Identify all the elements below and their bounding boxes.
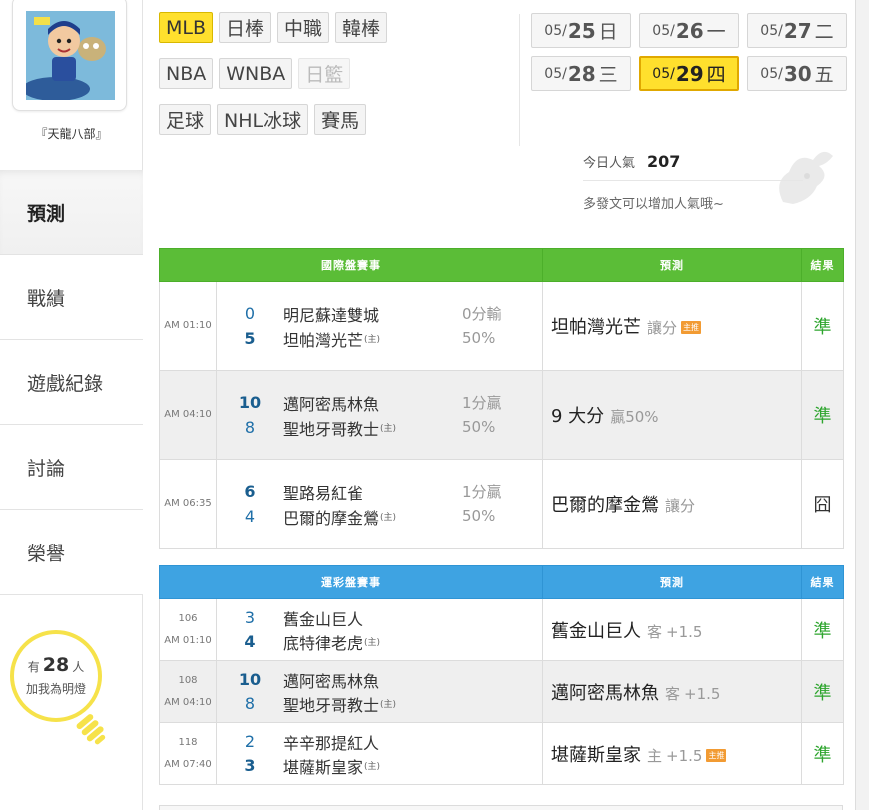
prediction[interactable]: 坦帕灣光芒 讓分 主推 [542, 281, 802, 371]
featured-badge: 主推 [681, 321, 702, 334]
match: 6 聖路易紅雀 4 巴爾的摩金鶯 (主) 1分贏 50% [216, 459, 543, 549]
col-header-lottery: 運彩盤賽事 [159, 565, 543, 599]
game-time: 118 AM 07:40 [159, 722, 217, 785]
prediction[interactable]: 邁阿密馬林魚客 +1.5 [542, 660, 802, 723]
result-mark: 準 [801, 370, 844, 460]
result-mark: 準 [801, 660, 844, 723]
nav-label: 討論 [27, 457, 66, 480]
sidebar-nav: 預測 戰績 遊戲紀錄 討論 榮譽 [0, 170, 143, 595]
table-row: 118 AM 07:40 2 辛辛那提紅人 3 堪薩斯皇家 (主) 堪薩斯皇家主 +1.5… [159, 722, 844, 785]
nav-item-honor[interactable]: 榮譽 [0, 510, 143, 595]
next-table-edge [159, 805, 843, 810]
game-time: AM 04:10 [159, 370, 217, 460]
decoration-icon [779, 151, 833, 204]
intl-table: 國際盤賽事 預測 結果 AM 01:10 0 明尼蘇達雙城 5 坦帕灣光芒 (主) 0… [159, 248, 844, 549]
date-button[interactable]: 05/30 五 [747, 56, 847, 91]
nav-item-record[interactable]: 戰績 [0, 255, 143, 340]
table-row: AM 01:10 0 明尼蘇達雙城 5 坦帕灣光芒 (主) 0分輸 50% 坦帕灣光芒讓… [159, 281, 844, 371]
follow-lamp[interactable]: 有 28 人 加我為明燈 [6, 628, 116, 758]
popularity-panel: 今日人氣 207 多發文可以增加人氣哦~ [583, 151, 843, 222]
col-header-result: 結果 [801, 565, 844, 599]
table-row: AM 04:10 10 邁阿密馬林魚 8 聖地牙哥教士 (主) 1分贏 50% 9 大分… [159, 370, 844, 460]
col-header-intl: 國際盤賽事 [159, 248, 543, 282]
nav-item-predict[interactable]: 預測 [0, 170, 143, 255]
col-header-result: 結果 [801, 248, 844, 282]
tab-cpbl[interactable]: 中職 [277, 12, 330, 43]
game-time: 106 AM 01:10 [159, 598, 217, 661]
date-button[interactable]: 05/26 一 [639, 13, 739, 48]
match: 2 辛辛那提紅人 3 堪薩斯皇家 (主) [216, 722, 543, 785]
col-header-predict: 預測 [542, 248, 802, 282]
table-row: 108 AM 04:10 10 邁阿密馬林魚 8 聖地牙哥教士 (主) 邁阿密馬林魚客 +… [159, 660, 844, 723]
result-mark: 囧 [801, 459, 844, 549]
tab-wnba[interactable]: WNBA [219, 58, 293, 89]
spread-info: 0分輸 50% [462, 305, 502, 347]
avatar-image [26, 11, 115, 100]
game-time: AM 06:35 [159, 459, 217, 549]
result-mark: 準 [801, 281, 844, 371]
lightbulb-icon [10, 630, 102, 722]
match: 10 邁阿密馬林魚 8 聖地牙哥教士 (主) 1分贏 50% [216, 370, 543, 460]
tab-mlb[interactable]: MLB [159, 12, 214, 43]
date-button[interactable]: 05/25 日 [531, 13, 631, 48]
date-button-selected[interactable]: 05/29 四 [639, 56, 739, 91]
result-mark: 準 [801, 598, 844, 661]
sidebar: 『天龍八部』 預測 戰績 遊戲紀錄 討論 榮譽 有 28 人 加我為明燈 [0, 0, 143, 810]
match: 3 舊金山巨人 4 底特律老虎 (主) [216, 598, 543, 661]
tab-horse-racing[interactable]: 賽馬 [314, 104, 367, 135]
date-selector: 05/25 日 05/26 一 05/27 二 05/28 三 05/29 四 05/30… [531, 13, 849, 91]
nav-label: 榮譽 [27, 542, 66, 565]
result-mark: 準 [801, 722, 844, 785]
col-header-predict: 預測 [542, 565, 802, 599]
tab-npb[interactable]: 日棒 [219, 12, 272, 43]
prediction[interactable]: 舊金山巨人客 +1.5 [542, 598, 802, 661]
match: 10 邁阿密馬林魚 8 聖地牙哥教士 (主) [216, 660, 543, 723]
match: 0 明尼蘇達雙城 5 坦帕灣光芒 (主) 0分輸 50% [216, 281, 543, 371]
lottery-table: 運彩盤賽事 預測 結果 106 AM 01:10 3 舊金山巨人 4 底特律老虎 (主)… [159, 565, 844, 785]
spread-info: 1分贏 50% [462, 394, 502, 436]
nav-item-discussion[interactable]: 討論 [0, 425, 143, 510]
tab-nba[interactable]: NBA [159, 58, 214, 89]
tab-kbo[interactable]: 韓棒 [335, 12, 388, 43]
date-button[interactable]: 05/28 三 [531, 56, 631, 91]
nav-label: 遊戲紀錄 [27, 372, 104, 395]
featured-badge: 主推 [706, 748, 727, 762]
avatar[interactable] [12, 0, 127, 111]
popularity-hint: 多發文可以增加人氣哦~ [583, 197, 724, 212]
prediction[interactable]: 9 大分 贏50% [542, 370, 802, 460]
nav-item-game-log[interactable]: 遊戲紀錄 [0, 340, 143, 425]
bulb-base-icon [76, 714, 106, 745]
sport-tabs: MLB 日棒 中職 韓棒 NBA WNBA 日籃 足球 NHL冰球 賽馬 [159, 12, 519, 150]
tab-soccer[interactable]: 足球 [159, 104, 212, 135]
divider [583, 180, 803, 181]
username[interactable]: 『天龍八部』 [0, 125, 143, 142]
fan-count: 有 28 人 [27, 654, 85, 676]
prediction[interactable]: 堪薩斯皇家主 +1.5 主推 [542, 722, 802, 785]
prediction[interactable]: 巴爾的摩金鶯 讓分 [542, 459, 802, 549]
game-time: 108 AM 04:10 [159, 660, 217, 723]
nav-label: 預測 [27, 202, 66, 225]
follow-label: 加我為明燈 [25, 682, 86, 696]
table-row: 106 AM 01:10 3 舊金山巨人 4 底特律老虎 (主) 舊金山巨人客 +1.5 … [159, 598, 844, 661]
table-row: AM 06:35 6 聖路易紅雀 4 巴爾的摩金鶯 (主) 1分贏 50% 巴爾的摩金鶯… [159, 459, 844, 549]
nav-label: 戰績 [27, 287, 66, 310]
spread-info: 1分贏 50% [462, 483, 502, 525]
main-panel: MLB 日棒 中職 韓棒 NBA WNBA 日籃 足球 NHL冰球 賽馬 05/… [143, 0, 856, 810]
divider [519, 14, 520, 146]
date-button[interactable]: 05/27 二 [747, 13, 847, 48]
tab-nhl[interactable]: NHL冰球 [217, 104, 309, 135]
tab-jbl: 日籃 [298, 58, 351, 89]
game-time: AM 01:10 [159, 281, 217, 371]
